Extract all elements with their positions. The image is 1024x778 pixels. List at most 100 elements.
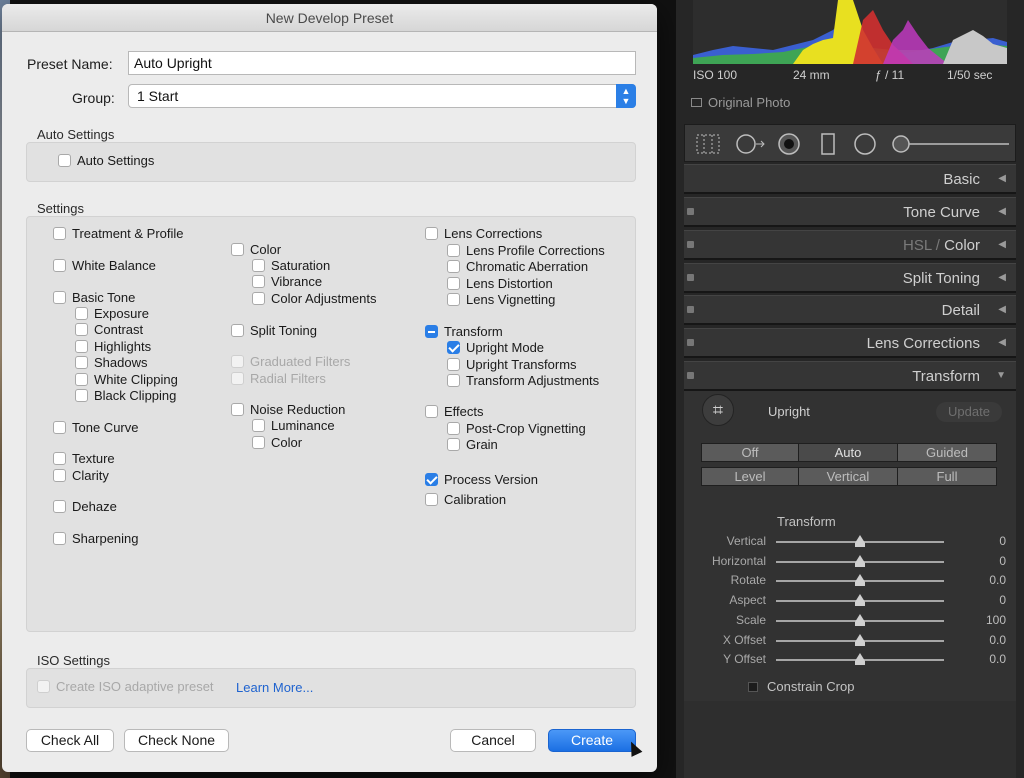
checkbox-lens-distortion[interactable]: Lens Distortion	[447, 276, 553, 291]
preset-name-input[interactable]: Auto Upright	[128, 51, 636, 75]
upright-full-button[interactable]: Full	[897, 467, 997, 486]
checkbox-clarity[interactable]: Clarity	[53, 468, 109, 483]
slider-thumb[interactable]	[855, 535, 865, 547]
upright-tool-icon[interactable]: ⌗	[702, 394, 734, 426]
checkbox-black-clipping[interactable]: Black Clipping	[75, 388, 176, 403]
iso-readout: ISO 100	[693, 68, 738, 82]
checkbox-saturation[interactable]: Saturation	[252, 258, 330, 273]
checkbox-lens-corrections[interactable]: Lens Corrections	[425, 226, 542, 241]
panel-header-hsl-color[interactable]: HSL / Color ◀	[684, 230, 1016, 260]
checkbox-lens-vignetting[interactable]: Lens Vignetting	[447, 292, 555, 307]
slider-value[interactable]: 0.0	[989, 652, 1006, 666]
check-all-button[interactable]: Check All	[26, 729, 114, 752]
panel-switch-icon[interactable]	[687, 208, 694, 215]
crop-overlay-icon[interactable]	[695, 133, 721, 155]
slider-thumb[interactable]	[855, 574, 865, 587]
constrain-crop-label: Constrain Crop	[767, 679, 855, 694]
constrain-crop-toggle[interactable]: Constrain Crop	[748, 679, 854, 694]
checkbox-tone-curve[interactable]: Tone Curve	[53, 420, 138, 435]
panel-header-split-toning[interactable]: Split Toning ◀	[684, 263, 1016, 293]
slider-value[interactable]: 0	[999, 554, 1006, 568]
create-button[interactable]: Create	[548, 729, 636, 752]
panel-switch-icon[interactable]	[687, 306, 694, 313]
slider-row[interactable]: Y Offset 0.0	[684, 650, 1016, 668]
upright-level-button[interactable]: Level	[701, 467, 799, 486]
panel-switch-icon[interactable]	[687, 372, 694, 379]
auto-settings-checkbox[interactable]: Auto Settings	[58, 153, 154, 168]
group-select[interactable]: 1 Start ▲ ▼	[128, 84, 636, 108]
checkbox-color-adjustments[interactable]: Color Adjustments	[252, 291, 377, 306]
upright-off-button[interactable]: Off	[701, 443, 799, 462]
checkbox-transform-adjustments[interactable]: Transform Adjustments	[447, 373, 599, 388]
panel-switch-icon[interactable]	[687, 339, 694, 346]
panel-header-tone-curve[interactable]: Tone Curve ◀	[684, 197, 1016, 227]
panel-empty-area	[684, 701, 1016, 778]
adjustment-brush-slider-icon[interactable]	[891, 133, 1011, 157]
slider-value[interactable]: 0	[999, 534, 1006, 548]
checkbox-white-clipping[interactable]: White Clipping	[75, 372, 178, 387]
slider-thumb[interactable]	[855, 633, 865, 646]
histogram[interactable]	[693, 0, 1007, 64]
checkbox-post-crop-vignetting[interactable]: Post-Crop Vignetting	[447, 421, 586, 436]
slider-row[interactable]: Scale 100	[684, 611, 1016, 629]
slider-value[interactable]: 0.0	[989, 573, 1006, 587]
checkbox-exposure[interactable]: Exposure	[75, 306, 149, 321]
slider-thumb[interactable]	[855, 653, 865, 666]
panel-switch-icon[interactable]	[687, 241, 694, 248]
graduated-filter-icon[interactable]	[819, 133, 839, 157]
red-eye-icon[interactable]	[777, 133, 801, 157]
checkbox-dehaze[interactable]: Dehaze	[53, 499, 117, 514]
checkbox-upright-mode[interactable]: Upright Mode	[447, 340, 544, 355]
slider-thumb[interactable]	[855, 594, 865, 607]
upright-guided-button[interactable]: Guided	[897, 443, 997, 462]
update-button[interactable]: Update	[936, 402, 1002, 422]
panel-header-lens-corrections[interactable]: Lens Corrections ◀	[684, 328, 1016, 358]
original-photo-toggle[interactable]: Original Photo	[691, 95, 790, 110]
learn-more-link[interactable]: Learn More...	[236, 680, 313, 695]
slider-row[interactable]: Horizontal 0	[684, 552, 1016, 570]
checkbox-highlights[interactable]: Highlights	[75, 339, 151, 354]
checkbox-noise-reduction[interactable]: Noise Reduction	[231, 402, 345, 417]
checkbox-vibrance[interactable]: Vibrance	[252, 274, 322, 289]
panel-switch-icon[interactable]	[687, 274, 694, 281]
checkbox-nr-color[interactable]: Color	[252, 435, 302, 450]
slider-thumb[interactable]	[855, 554, 865, 567]
checkbox-sharpening[interactable]: Sharpening	[53, 531, 139, 546]
checkbox-effects[interactable]: Effects	[425, 404, 484, 419]
chevron-updown-icon[interactable]: ▲ ▼	[616, 84, 636, 108]
checkbox-contrast[interactable]: Contrast	[75, 322, 143, 337]
slider-value[interactable]: 100	[986, 613, 1006, 627]
checkbox-white-balance[interactable]: White Balance	[53, 258, 156, 273]
upright-auto-button[interactable]: Auto	[798, 443, 898, 462]
cancel-button[interactable]: Cancel	[450, 729, 536, 752]
checkbox-upright-transforms[interactable]: Upright Transforms	[447, 357, 577, 372]
slider-thumb[interactable]	[855, 613, 865, 626]
checkbox-calibration[interactable]: Calibration	[425, 492, 506, 507]
checkbox-luminance[interactable]: Luminance	[252, 418, 335, 433]
checkbox-split-toning[interactable]: Split Toning	[231, 323, 317, 338]
spot-removal-icon[interactable]	[735, 133, 767, 155]
checkbox-chromatic-aberration[interactable]: Chromatic Aberration	[447, 259, 588, 274]
checkbox-color[interactable]: Color	[231, 242, 281, 257]
checkbox-grain[interactable]: Grain	[447, 437, 498, 452]
panel-header-transform[interactable]: Transform ▼	[684, 361, 1016, 391]
upright-vertical-button[interactable]: Vertical	[798, 467, 898, 486]
slider-row[interactable]: Rotate 0.0	[684, 571, 1016, 589]
panel-header-basic[interactable]: Basic ◀	[684, 164, 1016, 194]
checkbox-treatment-profile[interactable]: Treatment & Profile	[53, 226, 184, 241]
checkbox-process-version[interactable]: Process Version	[425, 472, 538, 487]
checkbox-icon	[748, 681, 758, 692]
check-none-button[interactable]: Check None	[124, 729, 229, 752]
slider-value[interactable]: 0.0	[989, 633, 1006, 647]
checkbox-transform[interactable]: Transform	[425, 324, 503, 339]
slider-row[interactable]: X Offset 0.0	[684, 631, 1016, 649]
slider-value[interactable]: 0	[999, 593, 1006, 607]
checkbox-basic-tone[interactable]: Basic Tone	[53, 290, 135, 305]
checkbox-texture[interactable]: Texture	[53, 451, 115, 466]
slider-row[interactable]: Vertical 0	[684, 532, 1016, 550]
panel-header-detail[interactable]: Detail ◀	[684, 295, 1016, 325]
slider-row[interactable]: Aspect 0	[684, 591, 1016, 609]
checkbox-lens-profile-corrections[interactable]: Lens Profile Corrections	[447, 243, 605, 258]
radial-filter-icon[interactable]	[853, 133, 877, 157]
checkbox-shadows[interactable]: Shadows	[75, 355, 147, 370]
